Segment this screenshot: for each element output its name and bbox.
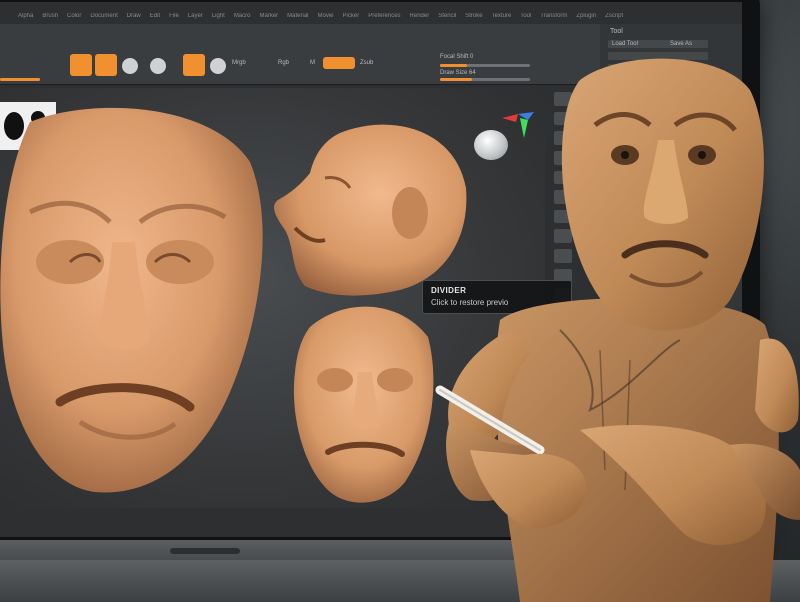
- load-tool-label: Load Tool: [612, 41, 638, 47]
- draw-mode-button[interactable]: [95, 54, 117, 76]
- menu-item[interactable]: Texture: [492, 13, 512, 19]
- menu-item[interactable]: Draw: [127, 13, 141, 19]
- sculpt-head-front-large: [0, 107, 263, 493]
- sculpt-head-front-small: [293, 306, 434, 503]
- menu-item[interactable]: Alpha: [18, 13, 33, 19]
- menu-item[interactable]: Light: [212, 13, 225, 19]
- menu-item[interactable]: Macro: [234, 13, 251, 19]
- zadd-toggle[interactable]: [323, 57, 355, 69]
- photo-scene: Alpha Brush Color Document Draw Edit Fil…: [0, 0, 800, 602]
- rgb-toggle[interactable]: Rgb: [278, 60, 289, 66]
- app-menubar: Alpha Brush Color Document Draw Edit Fil…: [0, 8, 742, 24]
- menu-item[interactable]: Render: [410, 13, 430, 19]
- zsub-toggle[interactable]: Zsub: [360, 60, 373, 66]
- zintensity-slider[interactable]: [0, 78, 40, 81]
- move-mode-button[interactable]: [122, 58, 138, 74]
- menu-item[interactable]: Picker: [343, 13, 360, 19]
- menu-item[interactable]: Layer: [188, 13, 203, 19]
- material-swatch-icon[interactable]: [210, 58, 226, 74]
- menu-item[interactable]: Material: [287, 13, 308, 19]
- tool-palette-title: Tool: [610, 28, 623, 35]
- menu-item[interactable]: File: [169, 13, 179, 19]
- menu-item[interactable]: Color: [67, 13, 81, 19]
- menu-item[interactable]: Preferences: [368, 13, 400, 19]
- edit-mode-button[interactable]: [70, 54, 92, 76]
- menu-item[interactable]: Stroke: [465, 13, 482, 19]
- save-as-label: Save As: [670, 41, 693, 47]
- mrgb-toggle[interactable]: Mrgb: [232, 60, 246, 66]
- menu-item[interactable]: Stencil: [438, 13, 456, 19]
- carved-wooden-figure: [435, 58, 800, 602]
- menu-item[interactable]: Zscript: [605, 13, 623, 19]
- m-toggle[interactable]: M: [310, 60, 315, 66]
- scale-mode-button[interactable]: [150, 58, 166, 74]
- menu-item[interactable]: Brush: [42, 13, 58, 19]
- brush-icon[interactable]: [183, 54, 205, 76]
- menu-item[interactable]: Tool: [520, 13, 531, 19]
- menu-item[interactable]: Movie: [318, 13, 334, 19]
- menu-item[interactable]: Document: [90, 13, 117, 19]
- menu-item[interactable]: Edit: [150, 13, 160, 19]
- monitor-bezel-notch: [170, 548, 240, 554]
- menu-item[interactable]: Zplugin: [576, 13, 596, 19]
- menu-item[interactable]: Transform: [540, 13, 567, 19]
- menu-item[interactable]: Marker: [259, 13, 278, 19]
